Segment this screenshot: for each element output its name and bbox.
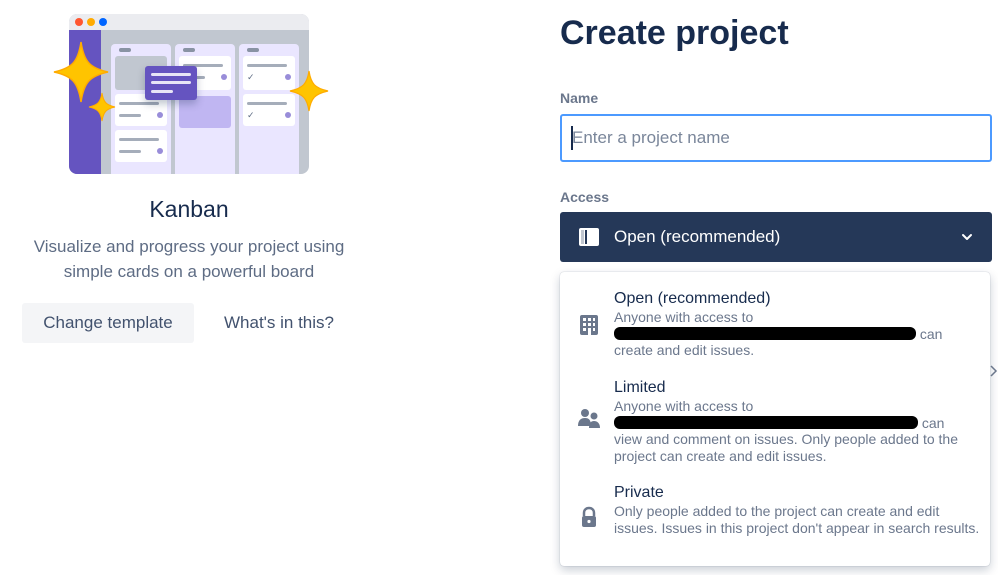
sparkle-icon [88,92,116,122]
name-label: Name [560,90,599,106]
access-selected-value: Open (recommended) [614,227,781,246]
template-description-line: Visualize and progress your project usin… [33,237,345,256]
window-dots-icon [75,18,83,26]
sparkle-icon [289,70,329,112]
change-template-button[interactable]: Change template [22,303,194,343]
option-description-line: can [614,326,984,343]
access-option-private[interactable]: Private Only people added to the project… [560,484,990,554]
option-title: Open (recommended) [614,290,771,307]
option-description: Anyone with access to can view and comme… [614,398,984,464]
option-description-line: create and edit issues. [614,342,755,358]
access-option-limited[interactable]: Limited Anyone with access to can view a… [560,379,990,465]
template-name: Kanban [149,196,229,222]
lock-icon [582,506,596,527]
template-description: Visualize and progress your project usin… [0,234,378,284]
option-description-line: Anyone with access to [614,309,754,325]
option-description-line: Only people added to the project can cre… [614,503,980,536]
whats-in-this-link[interactable]: What's in this? [204,303,354,343]
window-titlebar [69,14,309,30]
window-dot-yellow [87,18,95,26]
redacted-text [614,326,916,340]
option-description-tail: can [921,414,945,431]
option-description-line: can [614,415,984,432]
template-description-line: simple cards on a powerful board [63,262,315,281]
page-title: Create project [560,14,789,52]
illustration-column [175,44,235,174]
text-caret [571,126,573,150]
board-icon [579,228,599,246]
option-title: Private [614,484,664,501]
project-name-input[interactable] [560,114,992,162]
window-dot-blue [99,18,107,26]
option-description-tail: can [919,325,943,342]
people-icon [578,409,600,428]
access-option-open[interactable]: Open (recommended) Anyone with access to… [560,290,990,360]
option-description: Only people added to the project can cre… [614,503,984,536]
option-description-line: view and comment on issues. Only people … [614,431,958,464]
option-title: Limited [614,379,666,396]
option-description-line: Anyone with access to [614,398,754,414]
building-icon [580,315,598,335]
chevron-right-icon [990,365,998,377]
illustration-column [111,44,171,174]
chevron-down-icon [962,234,972,240]
access-label: Access [560,189,610,205]
redacted-text [614,415,918,429]
dragging-card [145,66,197,100]
access-dropdown-menu: Open (recommended) Anyone with access to… [560,272,990,566]
access-select[interactable]: Open (recommended) [560,212,992,262]
option-description: Anyone with access to can create and edi… [614,309,984,359]
